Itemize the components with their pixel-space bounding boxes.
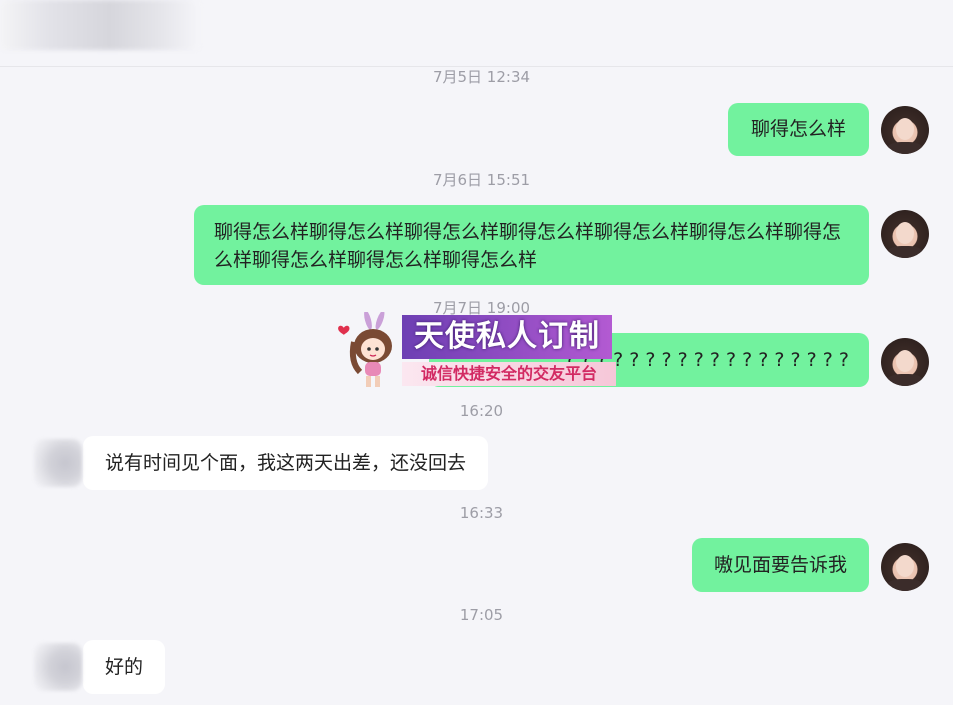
watermark-subtitle: 诚信快捷安全的交友平台 bbox=[402, 362, 616, 386]
outgoing-message-row: 聊得怎么样聊得怎么样聊得怎么样聊得怎么样聊得怎么样聊得怎么样聊得怎么样聊得怎么样… bbox=[194, 205, 929, 285]
blurred-contact-name bbox=[0, 0, 200, 50]
my-avatar[interactable] bbox=[881, 338, 929, 386]
outgoing-message-row: 嗷见面要告诉我 bbox=[691, 538, 929, 592]
message-timestamp: 17:05 bbox=[459, 606, 504, 624]
incoming-message-row: 好的 bbox=[34, 640, 166, 694]
my-avatar[interactable] bbox=[881, 210, 929, 258]
contact-avatar[interactable] bbox=[34, 439, 82, 487]
outgoing-message-bubble[interactable]: 嗷见面要告诉我 bbox=[691, 538, 869, 592]
outgoing-message-row: 聊得怎么样 bbox=[727, 103, 929, 156]
cartoon-girl-icon bbox=[338, 312, 392, 387]
message-timestamp: 7月5日 12:34 bbox=[432, 68, 531, 86]
outgoing-message-bubble[interactable]: 聊得怎么样 bbox=[727, 103, 869, 156]
message-timestamp: 7月6日 15:51 bbox=[432, 171, 531, 189]
incoming-message-bubble[interactable]: 好的 bbox=[83, 640, 166, 694]
outgoing-message-bubble[interactable]: 聊得怎么样聊得怎么样聊得怎么样聊得怎么样聊得怎么样聊得怎么样聊得怎么样聊得怎么样… bbox=[194, 205, 869, 285]
message-timestamp: 16:20 bbox=[459, 402, 504, 420]
my-avatar[interactable] bbox=[881, 106, 929, 154]
incoming-message-row: 说有时间见个面，我这两天出差，还没回去 bbox=[34, 436, 489, 490]
incoming-message-bubble[interactable]: 说有时间见个面，我这两天出差，还没回去 bbox=[83, 436, 489, 490]
my-avatar[interactable] bbox=[881, 543, 929, 591]
chat-header bbox=[0, 0, 953, 67]
watermark-logo: 天使私人订制 诚信快捷安全的交友平台 bbox=[336, 312, 616, 390]
contact-avatar[interactable] bbox=[34, 643, 82, 691]
watermark-title: 天使私人订制 bbox=[402, 315, 612, 359]
message-timestamp: 16:33 bbox=[459, 504, 504, 522]
